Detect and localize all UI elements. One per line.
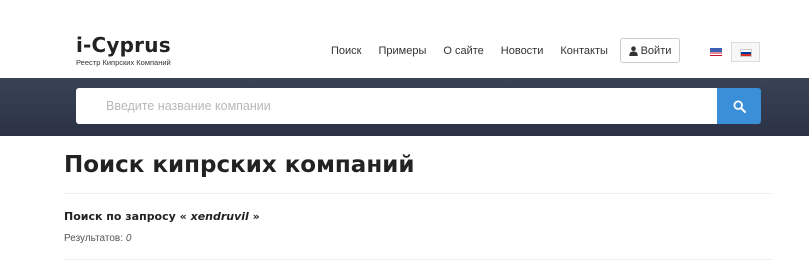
search-button[interactable] <box>717 88 761 124</box>
ru-flag-icon <box>740 49 752 57</box>
login-button[interactable]: Войти <box>620 38 680 63</box>
site-header: i-Cyprus Реестр Кипрских Компаний Поиск … <box>0 0 809 78</box>
query-prefix: Поиск по запросу « <box>64 210 187 223</box>
company-search-input[interactable] <box>76 88 717 124</box>
divider <box>64 259 772 260</box>
logo-title: i-Cyprus <box>76 33 171 57</box>
results-count: 0 <box>125 233 132 244</box>
search-icon <box>732 99 746 113</box>
en-flag-icon[interactable] <box>710 48 722 56</box>
query-suffix: » <box>252 210 260 223</box>
main-nav: Поиск Примеры О сайте Новости Контакты <box>331 45 625 57</box>
nav-item-search[interactable]: Поиск <box>331 45 361 57</box>
page-title: Поиск кипрских компаний <box>64 152 415 178</box>
divider <box>64 193 772 194</box>
nav-item-contacts[interactable]: Контакты <box>560 45 608 57</box>
nav-item-about[interactable]: О сайте <box>443 45 483 57</box>
login-label: Войти <box>640 44 672 57</box>
query-summary: Поиск по запросу « xendruvil » <box>64 210 260 223</box>
nav-item-examples[interactable]: Примеры <box>378 45 426 57</box>
nav-item-news[interactable]: Новости <box>501 45 544 57</box>
results-summary: Результатов: 0 <box>64 233 131 244</box>
ru-language-button[interactable] <box>731 42 760 62</box>
logo-subtitle: Реестр Кипрских Компаний <box>76 58 171 67</box>
user-icon <box>628 45 638 56</box>
results-label: Результатов: <box>64 233 124 244</box>
query-term: xendruvil <box>190 210 249 223</box>
site-logo[interactable]: i-Cyprus Реестр Кипрских Компаний <box>76 34 171 67</box>
